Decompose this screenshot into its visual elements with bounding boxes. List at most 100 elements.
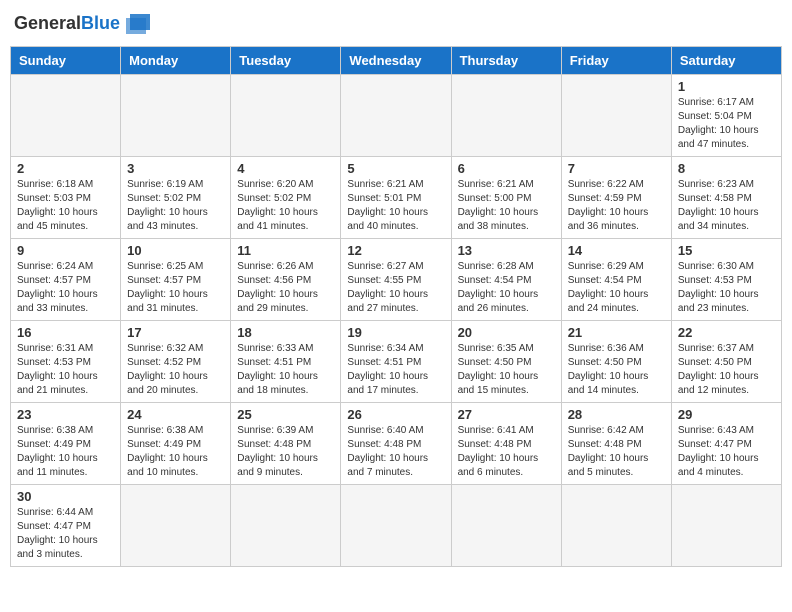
calendar-day: 26Sunrise: 6:40 AM Sunset: 4:48 PM Dayli… bbox=[341, 403, 451, 485]
day-info: Sunrise: 6:33 AM Sunset: 4:51 PM Dayligh… bbox=[237, 342, 334, 398]
day-number: 11 bbox=[237, 243, 334, 258]
calendar-day bbox=[231, 485, 341, 567]
weekday-header-saturday: Saturday bbox=[671, 47, 781, 75]
day-info: Sunrise: 6:43 AM Sunset: 4:47 PM Dayligh… bbox=[678, 424, 775, 480]
day-info: Sunrise: 6:32 AM Sunset: 4:52 PM Dayligh… bbox=[127, 342, 224, 398]
day-number: 28 bbox=[568, 407, 665, 422]
day-number: 23 bbox=[17, 407, 114, 422]
calendar-day: 4Sunrise: 6:20 AM Sunset: 5:02 PM Daylig… bbox=[231, 157, 341, 239]
day-number: 7 bbox=[568, 161, 665, 176]
day-number: 22 bbox=[678, 325, 775, 340]
day-number: 29 bbox=[678, 407, 775, 422]
calendar-day bbox=[341, 75, 451, 157]
day-number: 18 bbox=[237, 325, 334, 340]
day-number: 27 bbox=[458, 407, 555, 422]
calendar-day: 18 Sunrise: 6:33 AM Sunset: 4:51 PM Dayli… bbox=[231, 321, 341, 403]
day-number: 12 bbox=[347, 243, 444, 258]
calendar-week-2: 2 Sunrise: 6:18 AM Sunset: 5:03 PM Daylig… bbox=[11, 157, 782, 239]
day-info: Sunrise: 6:37 AM Sunset: 4:50 PM Dayligh… bbox=[678, 342, 775, 398]
calendar-day: 30 Sunrise: 6:44 AM Sunset: 4:47 PM Dayli… bbox=[11, 485, 121, 567]
calendar-day: 12 Sunrise: 6:27 AM Sunset: 4:55 PM Dayli… bbox=[341, 239, 451, 321]
calendar-day: 23 Sunrise: 6:38 AM Sunset: 4:49 PM Dayli… bbox=[11, 403, 121, 485]
day-info: Sunrise: 6:44 AM Sunset: 4:47 PM Dayligh… bbox=[17, 506, 114, 562]
day-number: 2 bbox=[17, 161, 114, 176]
day-info: Sunrise: 6:21 AM Sunset: 5:01 PM Dayligh… bbox=[347, 178, 444, 234]
calendar-day: 13Sunrise: 6:28 AM Sunset: 4:54 PM Dayli… bbox=[451, 239, 561, 321]
weekday-header-friday: Friday bbox=[561, 47, 671, 75]
calendar-day: 20 Sunrise: 6:35 AM Sunset: 4:50 PM Dayli… bbox=[451, 321, 561, 403]
day-number: 9 bbox=[17, 243, 114, 258]
day-info: Sunrise: 6:39 AM Sunset: 4:48 PM Dayligh… bbox=[237, 424, 334, 480]
day-number: 24 bbox=[127, 407, 224, 422]
day-number: 3 bbox=[127, 161, 224, 176]
calendar-day: 7 Sunrise: 6:22 AM Sunset: 4:59 PM Daylig… bbox=[561, 157, 671, 239]
calendar-week-5: 23 Sunrise: 6:38 AM Sunset: 4:49 PM Dayli… bbox=[11, 403, 782, 485]
calendar-day bbox=[451, 75, 561, 157]
calendar-week-4: 16 Sunrise: 6:31 AM Sunset: 4:53 PM Dayli… bbox=[11, 321, 782, 403]
calendar-week-3: 9Sunrise: 6:24 AM Sunset: 4:57 PM Daylig… bbox=[11, 239, 782, 321]
day-info: Sunrise: 6:42 AM Sunset: 4:48 PM Dayligh… bbox=[568, 424, 665, 480]
day-info: Sunrise: 6:20 AM Sunset: 5:02 PM Dayligh… bbox=[237, 178, 334, 234]
weekday-header-wednesday: Wednesday bbox=[341, 47, 451, 75]
weekday-header-monday: Monday bbox=[121, 47, 231, 75]
calendar-table: SundayMondayTuesdayWednesdayThursdayFrid… bbox=[10, 46, 782, 567]
calendar-day: 1 Sunrise: 6:17 AM Sunset: 5:04 PM Daylig… bbox=[671, 75, 781, 157]
day-number: 1 bbox=[678, 79, 775, 94]
calendar-day: 27 Sunrise: 6:41 AM Sunset: 4:48 PM Dayli… bbox=[451, 403, 561, 485]
calendar-week-6: 30 Sunrise: 6:44 AM Sunset: 4:47 PM Dayli… bbox=[11, 485, 782, 567]
day-number: 5 bbox=[347, 161, 444, 176]
day-info: Sunrise: 6:41 AM Sunset: 4:48 PM Dayligh… bbox=[458, 424, 555, 480]
calendar-day bbox=[451, 485, 561, 567]
day-info: Sunrise: 6:31 AM Sunset: 4:53 PM Dayligh… bbox=[17, 342, 114, 398]
calendar-day: 28 Sunrise: 6:42 AM Sunset: 4:48 PM Dayli… bbox=[561, 403, 671, 485]
calendar-day: 2 Sunrise: 6:18 AM Sunset: 5:03 PM Daylig… bbox=[11, 157, 121, 239]
calendar-day: 8 Sunrise: 6:23 AM Sunset: 4:58 PM Daylig… bbox=[671, 157, 781, 239]
calendar-header: GeneralBlue bbox=[10, 10, 782, 38]
day-info: Sunrise: 6:35 AM Sunset: 4:50 PM Dayligh… bbox=[458, 342, 555, 398]
calendar-day: 3Sunrise: 6:19 AM Sunset: 5:02 PM Daylig… bbox=[121, 157, 231, 239]
logo: GeneralBlue bbox=[14, 10, 154, 38]
calendar-day: 17Sunrise: 6:32 AM Sunset: 4:52 PM Dayli… bbox=[121, 321, 231, 403]
calendar-day: 10 Sunrise: 6:25 AM Sunset: 4:57 PM Dayli… bbox=[121, 239, 231, 321]
weekday-header-tuesday: Tuesday bbox=[231, 47, 341, 75]
calendar-day: 11Sunrise: 6:26 AM Sunset: 4:56 PM Dayli… bbox=[231, 239, 341, 321]
day-number: 20 bbox=[458, 325, 555, 340]
day-info: Sunrise: 6:17 AM Sunset: 5:04 PM Dayligh… bbox=[678, 96, 775, 152]
calendar-day: 5 Sunrise: 6:21 AM Sunset: 5:01 PM Daylig… bbox=[341, 157, 451, 239]
day-info: Sunrise: 6:25 AM Sunset: 4:57 PM Dayligh… bbox=[127, 260, 224, 316]
calendar-week-1: 1 Sunrise: 6:17 AM Sunset: 5:04 PM Daylig… bbox=[11, 75, 782, 157]
day-number: 8 bbox=[678, 161, 775, 176]
day-number: 19 bbox=[347, 325, 444, 340]
calendar-day: 19 Sunrise: 6:34 AM Sunset: 4:51 PM Dayli… bbox=[341, 321, 451, 403]
calendar-day bbox=[231, 75, 341, 157]
day-info: Sunrise: 6:22 AM Sunset: 4:59 PM Dayligh… bbox=[568, 178, 665, 234]
day-info: Sunrise: 6:21 AM Sunset: 5:00 PM Dayligh… bbox=[458, 178, 555, 234]
day-number: 21 bbox=[568, 325, 665, 340]
day-info: Sunrise: 6:38 AM Sunset: 4:49 PM Dayligh… bbox=[17, 424, 114, 480]
calendar-day: 9Sunrise: 6:24 AM Sunset: 4:57 PM Daylig… bbox=[11, 239, 121, 321]
calendar-day bbox=[561, 75, 671, 157]
day-info: Sunrise: 6:28 AM Sunset: 4:54 PM Dayligh… bbox=[458, 260, 555, 316]
day-info: Sunrise: 6:23 AM Sunset: 4:58 PM Dayligh… bbox=[678, 178, 775, 234]
day-number: 16 bbox=[17, 325, 114, 340]
day-number: 10 bbox=[127, 243, 224, 258]
weekday-header-sunday: Sunday bbox=[11, 47, 121, 75]
day-info: Sunrise: 6:18 AM Sunset: 5:03 PM Dayligh… bbox=[17, 178, 114, 234]
calendar-day: 14 Sunrise: 6:29 AM Sunset: 4:54 PM Dayli… bbox=[561, 239, 671, 321]
day-number: 30 bbox=[17, 489, 114, 504]
day-number: 25 bbox=[237, 407, 334, 422]
calendar-day: 15Sunrise: 6:30 AM Sunset: 4:53 PM Dayli… bbox=[671, 239, 781, 321]
day-info: Sunrise: 6:29 AM Sunset: 4:54 PM Dayligh… bbox=[568, 260, 665, 316]
day-info: Sunrise: 6:30 AM Sunset: 4:53 PM Dayligh… bbox=[678, 260, 775, 316]
calendar-day: 6Sunrise: 6:21 AM Sunset: 5:00 PM Daylig… bbox=[451, 157, 561, 239]
calendar-day bbox=[341, 485, 451, 567]
calendar-day: 16 Sunrise: 6:31 AM Sunset: 4:53 PM Dayli… bbox=[11, 321, 121, 403]
calendar-day bbox=[561, 485, 671, 567]
logo-icon bbox=[122, 10, 154, 38]
day-info: Sunrise: 6:27 AM Sunset: 4:55 PM Dayligh… bbox=[347, 260, 444, 316]
day-number: 14 bbox=[568, 243, 665, 258]
calendar-day: 24Sunrise: 6:38 AM Sunset: 4:49 PM Dayli… bbox=[121, 403, 231, 485]
day-info: Sunrise: 6:34 AM Sunset: 4:51 PM Dayligh… bbox=[347, 342, 444, 398]
weekday-header-thursday: Thursday bbox=[451, 47, 561, 75]
calendar-day: 29 Sunrise: 6:43 AM Sunset: 4:47 PM Dayli… bbox=[671, 403, 781, 485]
